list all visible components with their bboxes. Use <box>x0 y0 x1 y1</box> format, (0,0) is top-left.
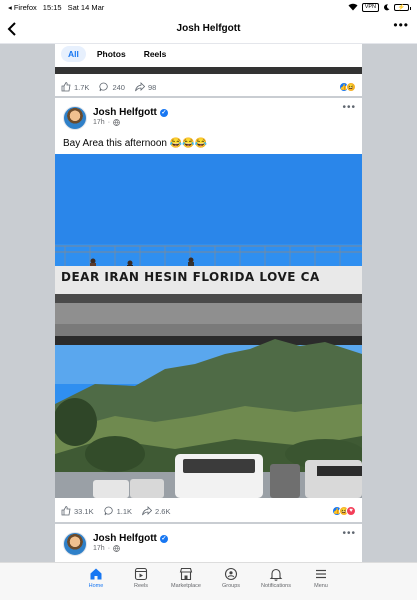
clock: 15:15 <box>42 2 62 12</box>
share-button[interactable]: 2.6K <box>142 506 170 516</box>
tab-label: Menu <box>314 583 328 589</box>
post-header: Josh Helfgott ✓ 17h · ••• <box>55 98 362 136</box>
tab-menu[interactable]: Menu <box>299 563 344 600</box>
author-name[interactable]: Josh Helfgott <box>93 107 157 118</box>
share-icon <box>135 82 145 92</box>
wifi-icon <box>348 3 358 11</box>
avatar[interactable] <box>63 532 87 556</box>
reactions-summary[interactable]: 👍 😆 <box>339 82 356 92</box>
tab-all[interactable]: All <box>61 46 86 62</box>
reactions-summary[interactable]: 👍 😆 ♥ <box>332 506 356 516</box>
marketplace-icon <box>179 567 193 581</box>
post-more-icon[interactable]: ••• <box>342 528 356 539</box>
like-button[interactable]: 33.1K <box>61 506 94 516</box>
post-time[interactable]: 17h <box>93 119 105 126</box>
post-time[interactable]: 17h <box>93 545 105 552</box>
back-to-app[interactable]: ◂ Firefox <box>8 3 37 12</box>
page-title: Josh Helfgott <box>176 23 241 34</box>
overpass-scene <box>55 154 362 498</box>
tab-label: Marketplace <box>171 583 201 589</box>
share-count: 2.6K <box>155 506 171 516</box>
tab-label: Groups <box>221 583 241 589</box>
share-icon <box>142 506 153 516</box>
comment-count: 240 <box>112 82 125 92</box>
globe-icon <box>113 119 120 126</box>
post-photo[interactable]: DEAR IRAN HESIN FLORIDA LOVE CA <box>55 154 362 498</box>
thumbs-up-icon <box>61 82 71 92</box>
post-meta: 17h · <box>93 545 120 552</box>
comment-button[interactable]: 240 <box>99 82 125 92</box>
verified-badge-icon: ✓ <box>159 534 168 543</box>
share-button[interactable]: 98 <box>135 82 156 92</box>
menu-icon <box>316 569 326 579</box>
charging-bolt: ⚡ <box>397 4 406 11</box>
vpn-badge: VPN <box>361 2 379 12</box>
post-stats: 33.1K 1.1K 2.6K 👍 😆 ♥ <box>55 500 362 522</box>
profile-tabs: All Photos Reels <box>55 44 362 64</box>
date: Sat 14 Mar <box>67 2 105 12</box>
tab-label: Notifications <box>261 583 291 589</box>
tab-notifications[interactable]: Notifications <box>254 563 299 600</box>
haha-reaction-icon: 😆 <box>346 82 356 92</box>
tab-reels[interactable]: Reels <box>119 563 164 600</box>
reels-icon <box>134 567 148 581</box>
verified-badge-icon: ✓ <box>159 108 168 117</box>
next-post-card: Josh Helfgott ✓ 17h · ••• <box>55 524 362 562</box>
tab-label: Reels <box>133 583 149 589</box>
love-reaction-icon: ♥ <box>346 506 356 516</box>
comment-button[interactable]: 1.1K <box>104 506 132 516</box>
post-more-icon[interactable]: ••• <box>342 102 356 113</box>
bottom-tab-bar: Home Reels Marketplace Groups Notificati… <box>0 562 417 600</box>
like-count: 1.7K <box>74 82 90 92</box>
post-header: Josh Helfgott ✓ 17h · ••• <box>55 524 362 562</box>
post-author[interactable]: Josh Helfgott ✓ <box>93 533 168 544</box>
avatar[interactable] <box>63 106 87 130</box>
tab-home[interactable]: Home <box>74 563 119 600</box>
tab-reels[interactable]: Reels <box>137 46 174 62</box>
tab-groups[interactable]: Groups <box>209 563 254 600</box>
separator-dot: · <box>107 119 111 126</box>
tab-photos[interactable]: Photos <box>90 46 133 62</box>
tab-label: Home <box>88 583 104 589</box>
post-author[interactable]: Josh Helfgott ✓ <box>93 107 168 118</box>
banner-text: DEAR IRAN HESIN FLORIDA LOVE CA <box>61 270 320 284</box>
groups-icon <box>224 567 238 581</box>
globe-icon <box>113 545 120 552</box>
post-caption: Bay Area this afternoon 😂😂😂 <box>63 138 208 149</box>
bell-icon <box>269 568 283 581</box>
status-bar: ◂ Firefox 15:15 Sat 14 Mar VPN ⚡ <box>0 0 417 14</box>
post-card: Josh Helfgott ✓ 17h · ••• Bay Area this … <box>55 98 362 522</box>
author-name[interactable]: Josh Helfgott <box>93 533 157 544</box>
top-navigation-bar: Josh Helfgott ••• <box>0 14 417 44</box>
previous-post-footer: All Photos Reels 1.7K 240 98 👍 😆 <box>55 44 362 96</box>
home-icon <box>90 568 102 580</box>
feed[interactable]: All Photos Reels 1.7K 240 98 👍 😆 Josh He… <box>55 44 362 562</box>
tab-marketplace[interactable]: Marketplace <box>164 563 209 600</box>
separator-dot: · <box>107 545 111 552</box>
previous-post-media-edge <box>55 67 362 74</box>
post-meta: 17h · <box>93 119 120 126</box>
battery-icon: ⚡ <box>394 3 411 11</box>
like-button[interactable]: 1.7K <box>61 82 89 92</box>
back-arrow-icon[interactable] <box>6 20 20 38</box>
share-count: 98 <box>147 82 157 92</box>
like-count: 33.1K <box>74 506 94 516</box>
moon-icon <box>384 3 390 10</box>
comment-icon <box>104 506 113 516</box>
more-options-icon[interactable]: ••• <box>393 18 409 32</box>
thumbs-up-icon <box>61 506 71 516</box>
comment-count: 1.1K <box>116 506 133 516</box>
comment-icon <box>99 82 109 92</box>
previous-post-stats: 1.7K 240 98 👍 😆 <box>55 77 362 97</box>
